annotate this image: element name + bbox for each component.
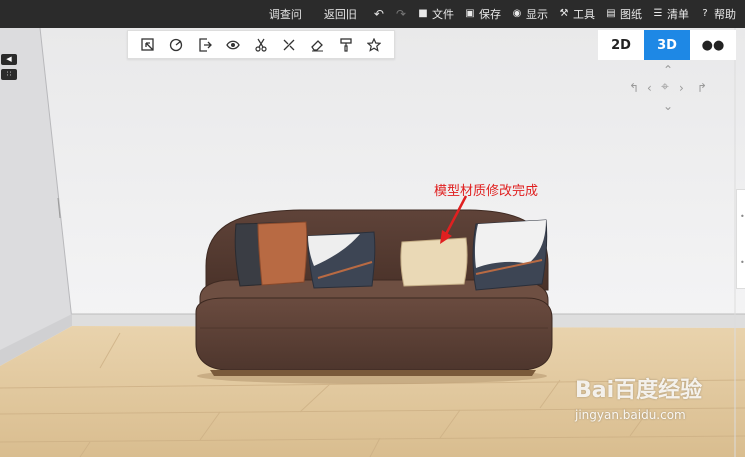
list-icon: ☰ xyxy=(653,8,663,19)
right-panel-tab[interactable]: • • xyxy=(736,189,745,289)
menu-save[interactable]: ▣ 保存 xyxy=(464,6,501,22)
eye-icon: ◉ xyxy=(512,8,522,19)
folder-icon: ■ xyxy=(418,8,428,19)
view-3d-button[interactable]: 3D xyxy=(644,30,690,60)
grid-toggle-icon[interactable]: ∷ xyxy=(1,69,17,80)
menu-tools[interactable]: ⚒ 工具 xyxy=(558,6,595,22)
eraser-icon[interactable] xyxy=(307,35,327,55)
walk-mode-button[interactable]: ●● xyxy=(690,30,736,60)
watermark-url: jingyan.baidu.com xyxy=(575,408,686,422)
app-window: 调查问 返回旧 ↶ ↷ ■ 文件 ▣ 保存 ◉ 显示 ⚒ 工具 ▤ 图纸 ☰ 清单 ? 帮助 xyxy=(0,0,745,457)
help-icon: ? xyxy=(702,8,708,19)
center-target-icon[interactable]: ⌖ xyxy=(661,80,669,94)
pan-left-icon[interactable]: ‹ xyxy=(647,82,652,94)
rotate-right-icon[interactable]: ↱ xyxy=(697,82,707,94)
wrench-icon: ⚒ xyxy=(559,8,569,19)
tool-palette xyxy=(127,30,395,59)
pan-up-icon[interactable]: ⌃ xyxy=(663,64,673,76)
view-2d-button[interactable]: 2D xyxy=(598,30,644,60)
exit-icon[interactable] xyxy=(195,35,215,55)
footprints-icon: ●● xyxy=(701,37,725,53)
collapse-left-icon[interactable]: ◀ xyxy=(1,54,17,65)
split-icon[interactable] xyxy=(279,35,299,55)
view-switcher: 2D 3D ●● xyxy=(598,30,736,60)
panel-dot-icon: • xyxy=(740,258,745,267)
pan-right-icon[interactable]: › xyxy=(679,82,684,94)
camera-navigation: ⌃ ↰ ‹ ⌖ › ↱ ⌄ xyxy=(627,64,711,114)
menu-help[interactable]: ? 帮助 xyxy=(699,6,736,22)
paint-roller-icon[interactable] xyxy=(336,35,356,55)
pan-down-icon[interactable]: ⌄ xyxy=(663,100,673,112)
back-to-old-link[interactable]: 返回旧 xyxy=(324,6,357,22)
panel-dot-icon: • xyxy=(740,212,745,221)
measure-icon[interactable] xyxy=(166,35,186,55)
save-icon: ▣ xyxy=(465,8,475,19)
top-toolbar: 调查问 返回旧 ↶ ↷ ■ 文件 ▣ 保存 ◉ 显示 ⚒ 工具 ▤ 图纸 ☰ 清单 ? 帮助 xyxy=(0,0,745,28)
select-icon[interactable] xyxy=(138,35,158,55)
left-toggle-group: ◀ ∷ xyxy=(1,54,17,80)
menu-drawings[interactable]: ▤ 图纸 xyxy=(605,6,642,22)
menu-display[interactable]: ◉ 显示 xyxy=(511,6,548,22)
annotation-text: 模型材质修改完成 xyxy=(434,184,539,199)
eye-icon[interactable] xyxy=(223,35,243,55)
star-icon[interactable] xyxy=(364,35,384,55)
watermark: Bai百度经验 jingyan.baidu.com xyxy=(575,372,735,442)
menu-list[interactable]: ☰ 清单 xyxy=(652,6,689,22)
menu-file[interactable]: ■ 文件 xyxy=(417,6,454,22)
survey-link[interactable]: 调查问 xyxy=(269,6,302,22)
redo-icon[interactable]: ↷ xyxy=(396,7,406,21)
map-icon: ▤ xyxy=(606,8,616,19)
rotate-left-icon[interactable]: ↰ xyxy=(629,82,639,94)
watermark-logo: Bai百度经验 xyxy=(575,378,703,403)
undo-icon[interactable]: ↶ xyxy=(374,7,384,21)
cut-icon[interactable] xyxy=(251,35,271,55)
